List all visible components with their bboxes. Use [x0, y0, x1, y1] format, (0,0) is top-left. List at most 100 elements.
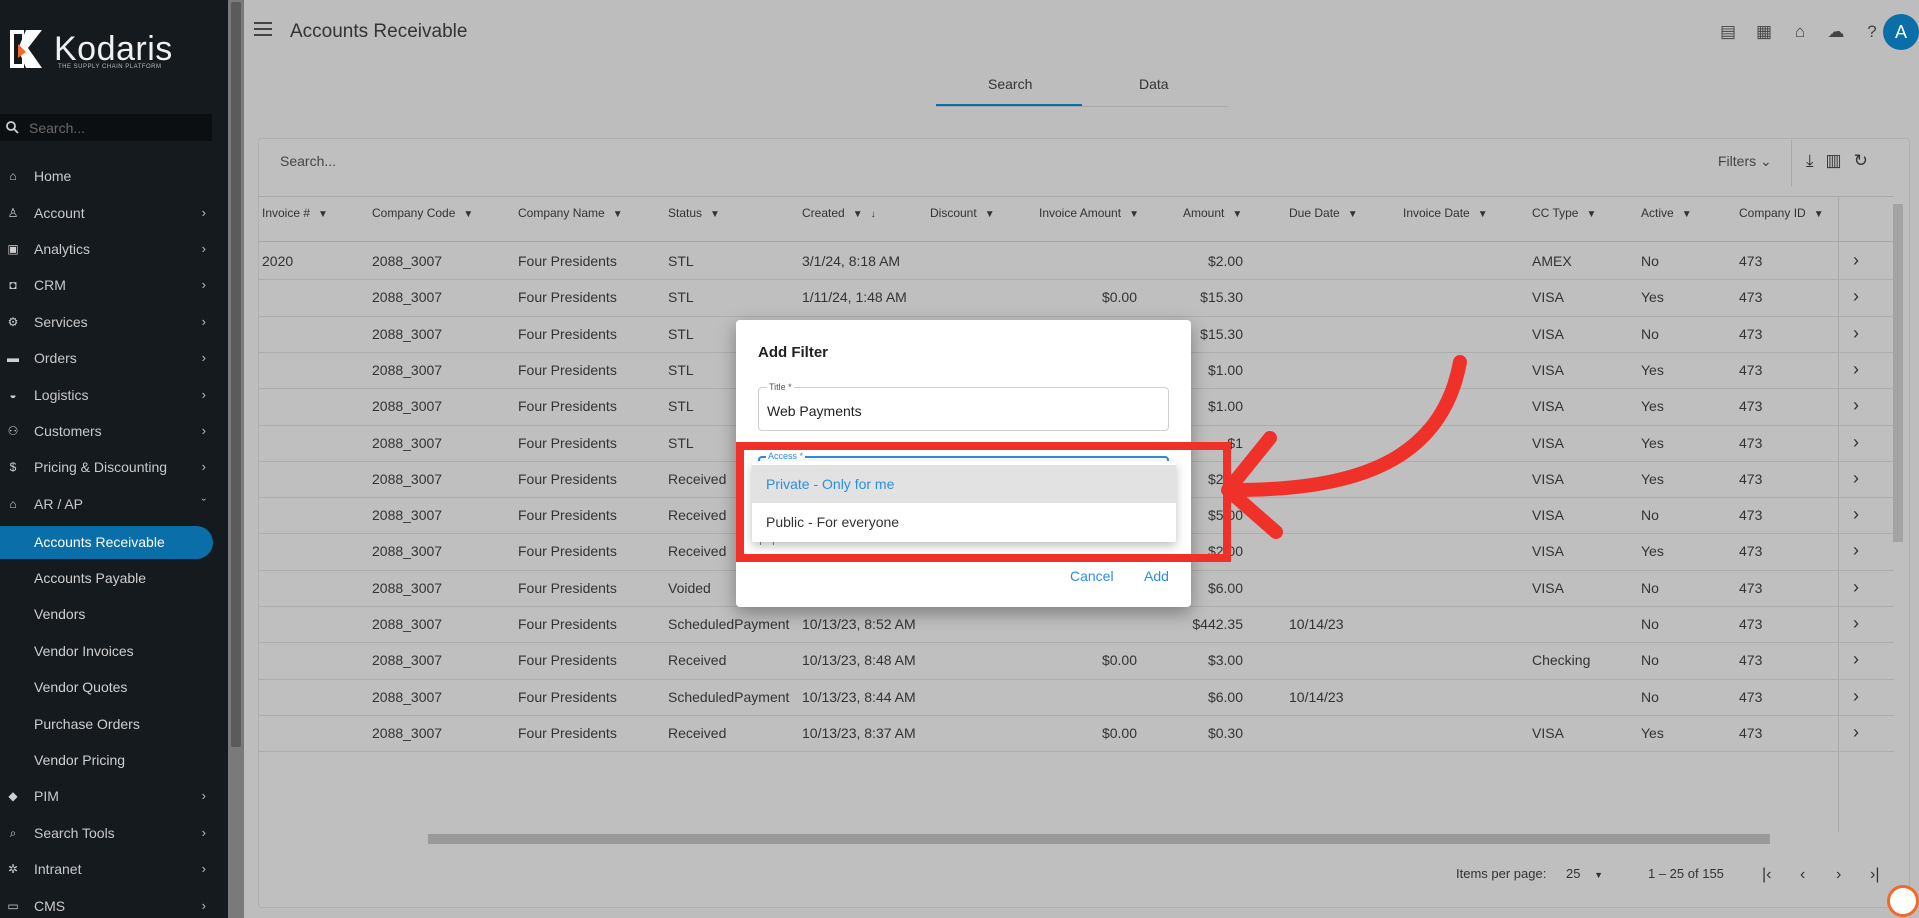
sidebar-subitem-purchase-orders[interactable]: Purchase Orders [34, 710, 140, 738]
group-icon: ⚇ [7, 424, 19, 438]
cell-company-id: 473 [1739, 253, 1763, 269]
sidebar-item-pim[interactable]: ◆ PIM › [0, 782, 212, 810]
sidebar-subitem-accounts-payable[interactable]: Accounts Payable [34, 564, 146, 592]
table-horizontal-scrollbar[interactable] [258, 832, 1894, 846]
row-chevron-right-icon[interactable]: › [1853, 613, 1859, 634]
sidebar-item-intranet[interactable]: ✲ Intranet › [0, 855, 212, 883]
sidebar-subitem-vendor-pricing[interactable]: Vendor Pricing [34, 746, 125, 774]
column-header-invoice-date[interactable]: Invoice Date ▼ [1403, 206, 1488, 220]
cell-active: Yes [1641, 361, 1664, 378]
cell-status: Received [668, 507, 727, 524]
cancel-button[interactable]: Cancel [1070, 568, 1114, 584]
sidebar-item-label: CMS [34, 898, 66, 914]
sidebar-item-label: Account [34, 205, 85, 221]
items-per-page-select[interactable]: 25 ▼ [1566, 866, 1603, 881]
sidebar-item-home[interactable]: ⌂ Home [0, 162, 212, 190]
chat-widget-icon[interactable] [1887, 885, 1919, 917]
column-header-company-id[interactable]: Company ID ▼ [1739, 206, 1824, 220]
last-page-icon[interactable]: ›| [1870, 866, 1879, 884]
previous-page-icon[interactable]: ‹ [1800, 866, 1805, 884]
cell-amount: $6.00 [1207, 688, 1243, 705]
row-chevron-right-icon[interactable]: › [1853, 649, 1859, 670]
row-chevron-right-icon[interactable]: › [1853, 395, 1859, 416]
sidebar-item-customers[interactable]: ⚇ Customers › [0, 417, 212, 445]
columns-icon[interactable]: ▥ [1826, 151, 1842, 171]
gift-icon[interactable]: ▦ [1753, 21, 1775, 43]
sidebar-scrollbar[interactable] [228, 0, 244, 918]
scrollbar-thumb[interactable] [428, 834, 1770, 844]
sidebar-item-ar-ap[interactable]: ⌂ AR / AP ˇ [0, 490, 212, 518]
row-chevron-right-icon[interactable]: › [1853, 540, 1859, 561]
cloud-download-icon[interactable]: ☁ [1825, 21, 1847, 43]
cell-company-code: 2088_3007 [372, 724, 443, 741]
sidebar-search-input[interactable]: Search... [0, 114, 212, 141]
column-header-cc-type[interactable]: CC Type ▼ [1532, 206, 1596, 220]
tab-search[interactable]: Search [988, 76, 1032, 92]
store-icon[interactable]: ▤ [1717, 21, 1739, 43]
scrollbar-thumb[interactable] [1893, 204, 1903, 542]
column-header-discount[interactable]: Discount ▼ [930, 206, 995, 220]
sidebar-item-label: Pricing & Discounting [34, 459, 168, 475]
row-chevron-right-icon[interactable]: › [1853, 577, 1859, 598]
row-chevron-right-icon[interactable]: › [1853, 286, 1859, 307]
column-header-created[interactable]: Created ▼ ↓ [802, 206, 876, 220]
refresh-icon[interactable]: ↻ [1854, 151, 1868, 171]
cell-company-id: 473 [1739, 652, 1763, 669]
next-page-icon[interactable]: › [1836, 866, 1841, 884]
sidebar-item-account[interactable]: ♙ Account › [0, 199, 212, 227]
sidebar-subitem-vendor-invoices[interactable]: Vendor Invoices [34, 637, 134, 665]
column-header-amount[interactable]: Amount ▼ [1183, 206, 1242, 220]
cell-due-date: 10/14/23 [1289, 616, 1344, 632]
sidebar-item-services[interactable]: ⚙ Services › [0, 308, 212, 336]
row-chevron-right-icon[interactable]: › [1853, 432, 1859, 453]
avatar[interactable]: A [1883, 14, 1919, 50]
cell-company-name: Four Presidents [518, 470, 617, 487]
sidebar-subitem-vendor-quotes[interactable]: Vendor Quotes [34, 673, 127, 701]
column-header-due-date[interactable]: Due Date ▼ [1289, 206, 1358, 220]
table-search-input[interactable]: Search... [280, 153, 336, 169]
row-chevron-right-icon[interactable]: › [1853, 468, 1859, 489]
first-page-icon[interactable]: |‹ [1762, 866, 1771, 884]
column-header-invoice-amount[interactable]: Invoice Amount ▼ [1039, 206, 1139, 220]
row-chevron-right-icon[interactable]: › [1853, 359, 1859, 380]
row-chevron-right-icon[interactable]: › [1853, 722, 1859, 743]
row-chevron-right-icon[interactable]: › [1853, 250, 1859, 271]
add-button[interactable]: Add [1144, 568, 1169, 584]
sidebar-item-pricing[interactable]: $ Pricing & Discounting › [0, 453, 212, 481]
sidebar-item-search-tools[interactable]: ⌕ Search Tools › [0, 819, 212, 847]
table-vertical-scrollbar[interactable] [1892, 196, 1904, 832]
sidebar-item-crm[interactable]: ◘ CRM › [0, 271, 212, 299]
download-icon[interactable]: ⤓ [1806, 151, 1814, 171]
sidebar-item-analytics[interactable]: ▣ Analytics › [0, 235, 212, 263]
column-header-company-name[interactable]: Company Name ▼ [518, 206, 623, 220]
cell-active: Yes [1641, 289, 1664, 306]
column-header-company-code[interactable]: Company Code ▼ [372, 206, 473, 220]
sidebar-item-logistics[interactable]: ◒ Logistics › [0, 381, 212, 409]
dropdown-arrow-icon: ▼ [852, 209, 863, 220]
menu-icon[interactable] [254, 22, 272, 36]
column-header-invoice[interactable]: Invoice # ▼ [262, 206, 328, 220]
filters-button[interactable]: Filters ⌄ [1718, 153, 1772, 170]
sidebar-scrollbar-thumb[interactable] [231, 2, 241, 747]
bank-icon[interactable]: ⌂ [1789, 21, 1811, 43]
tab-data[interactable]: Data [1139, 76, 1169, 92]
column-header-status[interactable]: Status ▼ [668, 206, 720, 220]
sidebar-item-cms[interactable]: ▭ CMS › [0, 892, 212, 918]
row-chevron-right-icon[interactable]: › [1853, 323, 1859, 344]
title-field[interactable]: Title * Web Payments [758, 382, 1169, 431]
sidebar-item-label: Home [34, 168, 72, 184]
column-label: Company ID [1739, 206, 1806, 220]
dropdown-arrow-icon: ▼ [1347, 209, 1358, 220]
sidebar-subitem-vendors[interactable]: Vendors [34, 600, 85, 628]
sidebar-subitem-accounts-receivable[interactable]: Accounts Receivable [0, 526, 213, 559]
sidebar: Kodaris THE SUPPLY CHAIN PLATFORM Search… [0, 0, 228, 918]
column-header-active[interactable]: Active ▼ [1641, 206, 1692, 220]
help-icon[interactable]: ? [1861, 21, 1883, 43]
cell-cc-type: VISA [1532, 289, 1564, 306]
cell-cc-type: VISA [1532, 361, 1564, 378]
cell-company-code: 2088_3007 [372, 652, 443, 669]
column-label: Invoice Amount [1039, 206, 1122, 220]
row-chevron-right-icon[interactable]: › [1853, 504, 1859, 525]
row-chevron-right-icon[interactable]: › [1853, 686, 1859, 707]
sidebar-item-orders[interactable]: ▬ Orders › [0, 344, 212, 372]
